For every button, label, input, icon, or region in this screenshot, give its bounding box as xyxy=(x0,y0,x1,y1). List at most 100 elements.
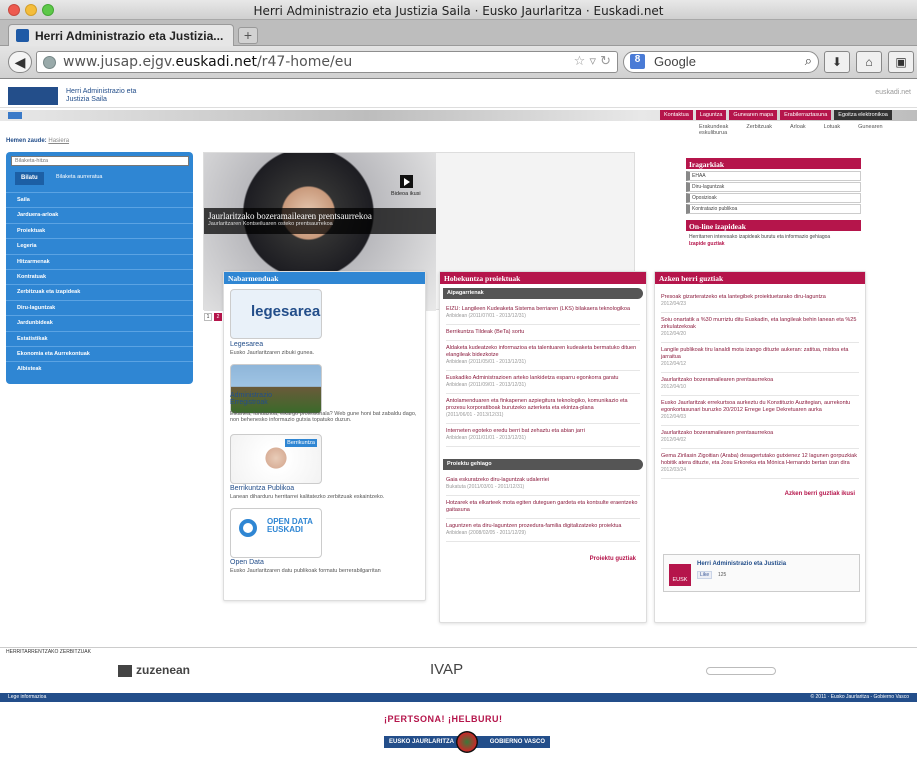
subnav-item[interactable]: Arloak xyxy=(790,124,806,130)
project-item[interactable]: Interneten egoteko eredu berri bat zehaz… xyxy=(446,424,640,447)
news-item[interactable]: Presoak gizarteratzeko eta lantegibek pr… xyxy=(661,290,859,313)
news-item[interactable]: Jaurlaritzako bozeramailearen prentsaurr… xyxy=(661,373,859,396)
right-panel: Iragarkiak EHAA Diru-laguntzak Oposizioa… xyxy=(686,158,861,247)
partner-logo[interactable] xyxy=(706,667,776,675)
online-procedures-title: On-line izapideak xyxy=(686,220,861,231)
announcement-item[interactable]: Kontratazio publikoa xyxy=(686,204,861,214)
project-item[interactable]: Aldaketa kudeatzeko informazioa eta tale… xyxy=(446,341,640,371)
fb-page-name[interactable]: Herri Administrazio eta Justizia xyxy=(697,561,786,567)
sidebar-item-contracts[interactable]: Kontratuak xyxy=(6,268,193,284)
featured-item-title[interactable]: Berrikuntza Publikoa xyxy=(230,485,294,492)
legesarea-logo[interactable]: legesarea xyxy=(230,289,322,339)
url-bar[interactable]: www.jusap.ejgv.euskadi.net/r47-home/eu ☆… xyxy=(36,51,618,73)
sidebar-item-subsidies[interactable]: Diru-laguntzak xyxy=(6,299,193,315)
sidebar-item-news[interactable]: Albisteak xyxy=(6,361,193,376)
sidebar-item-statistics[interactable]: Estatistikak xyxy=(6,330,193,346)
announcement-item[interactable]: Oposizioak xyxy=(686,193,861,203)
sidebar-item-agreements[interactable]: Hitzarmenak xyxy=(6,253,193,269)
nav-e-office[interactable]: Egoitza elektronikoa xyxy=(834,110,892,120)
sidebar-item-budget[interactable]: Ekonomia eta Aurrekontuak xyxy=(6,345,193,361)
subnav-item[interactable]: Zerbitzuak xyxy=(746,124,772,130)
sidebar-item-procedures[interactable]: Jardunbideak xyxy=(6,315,193,330)
home-button[interactable]: ⌂ xyxy=(856,51,882,73)
projects-column: Hobekuntza proiektuak Aipagarrienak EIZU… xyxy=(439,271,647,623)
sidebar-search-button[interactable]: Bilatu xyxy=(15,172,44,185)
zuzenean-logo-text: zuzenean xyxy=(136,663,191,677)
nav-accessibility[interactable]: Erabilerraztasuna xyxy=(780,110,832,120)
featured-item-title[interactable]: Legesarea xyxy=(230,341,263,348)
news-text: Soiu onartatik a %30 murriztu ditu Euska… xyxy=(661,317,857,330)
euskadi-brand[interactable]: euskadi.net xyxy=(875,89,911,96)
news-date: 2012/04/10 xyxy=(661,384,687,390)
online-procedures-text: Herritarren interesako izapideak burutu … xyxy=(689,234,831,240)
bookmark-star-icon[interactable]: ☆ ▿ ↻ xyxy=(574,54,611,69)
all-news-link[interactable]: Azken berri guztiak ikusi xyxy=(655,491,855,497)
search-bar[interactable]: 8 Google ⌕ xyxy=(623,51,819,73)
featured-item-title[interactable]: Open Data xyxy=(230,559,264,566)
featured-item-title[interactable]: Administrazio Erregistroak xyxy=(230,392,300,406)
sidebar-item-services[interactable]: Zerbitzuak eta izapideak xyxy=(6,284,193,299)
nav-contact[interactable]: Kontaktua xyxy=(660,110,693,120)
project-date: Aribidean (2011/07/01 - 2013/12/31) xyxy=(446,313,526,319)
news-text: Gema Zirilasin Zigoitian (Araba) desager… xyxy=(661,453,857,466)
project-item[interactable]: Hotzarek eta elkarteek mota egiten duteg… xyxy=(446,496,640,519)
play-icon[interactable] xyxy=(400,175,413,188)
window-title: Herri Administrazio eta Justizia Saila ·… xyxy=(253,4,664,18)
nav-sitemap[interactable]: Gunearen mapa xyxy=(729,110,778,120)
breadcrumb-home[interactable]: Hasiera xyxy=(48,138,69,144)
sidebar-item-projects[interactable]: Proiektuak xyxy=(6,222,193,238)
announcement-item[interactable]: EHAA xyxy=(686,171,861,181)
innovation-tag: Berrikuntza xyxy=(285,439,317,447)
innovation-image[interactable]: Berrikuntza xyxy=(230,434,322,484)
fb-like-button[interactable]: Like xyxy=(697,571,713,579)
sidebar-item-activity-areas[interactable]: Jarduera-arloak xyxy=(6,207,193,222)
sidebar-search-input[interactable] xyxy=(11,156,189,166)
news-item[interactable]: Gema Zirilasin Zigoitian (Araba) desager… xyxy=(661,449,859,479)
all-procedures-link[interactable]: Izapide guztiak xyxy=(689,241,861,247)
news-date: 2012/04/20 xyxy=(661,331,687,337)
news-date: 2012/04/02 xyxy=(661,437,687,443)
sidebar-item-department[interactable]: Saila xyxy=(6,192,193,207)
back-button[interactable]: ◀ xyxy=(8,51,32,73)
search-icon[interactable]: ⌕ xyxy=(805,53,812,69)
news-item[interactable]: Soiu onartatik a %30 murriztu ditu Euska… xyxy=(661,313,859,343)
registry-image[interactable] xyxy=(230,364,322,414)
news-item[interactable]: Langile publikoak tiru lanaldi mota izan… xyxy=(661,343,859,373)
top-strip-tag[interactable] xyxy=(8,112,22,119)
ivap-logo[interactable]: IVAP xyxy=(430,661,463,678)
new-tab-button[interactable]: + xyxy=(238,27,258,44)
basque-government-logo[interactable]: EUSKO JAURLARITZA GOBIERNO VASCO xyxy=(384,731,550,753)
project-item[interactable]: Antolamenduaren eta finkapenen azpiegitu… xyxy=(446,394,640,424)
subnav-item[interactable]: Lotuak xyxy=(824,124,841,130)
zuzenean-logo[interactable]: zuzenean xyxy=(118,663,190,677)
project-item[interactable]: Gaia eskuratzeko diru-laguntzak udalerri… xyxy=(446,473,640,496)
project-item[interactable]: Laguntzen eta diru-laguntzen prozedura-f… xyxy=(446,519,640,542)
video-label[interactable]: Bideoa ikusi xyxy=(391,191,421,197)
sidebar-item-legislation[interactable]: Legeria xyxy=(6,238,193,253)
news-item[interactable]: Jaurlaritzako bozeramailearen prentsaurr… xyxy=(661,426,859,449)
hero-subtitle: Jaurlaritzaren Kontseiluaren osteko pren… xyxy=(208,221,333,227)
project-item[interactable]: EIZU: Langileen Kudeaketa Sistema berria… xyxy=(446,302,640,325)
announcement-item[interactable]: Diru-laguntzak xyxy=(686,182,861,192)
project-date: Aribidean (2011/05/01 - 2013/12/31) xyxy=(446,359,526,365)
open-data-logo[interactable]: OPEN DATA EUSKADI xyxy=(230,508,322,558)
browser-tab[interactable]: Herri Administrazio eta Justizia... xyxy=(8,24,234,46)
legesarea-logo-text: legesarea xyxy=(251,303,321,320)
hero-title[interactable]: Jaurlaritzako bozeramailearen prentsaurr… xyxy=(208,211,432,221)
tab-bar: Herri Administrazio eta Justizia... + xyxy=(0,20,917,46)
extensions-button[interactable]: ▣ xyxy=(888,51,914,73)
featured-item-desc: Elkartea, fundazioa, elkargo profesional… xyxy=(230,411,417,423)
pager-item-active[interactable]: 2 xyxy=(214,313,222,321)
project-date: Aribidean (2011/09/01 - 2013/12/31) xyxy=(446,382,526,388)
nav-help[interactable]: Laguntza xyxy=(695,110,727,120)
government-logo[interactable] xyxy=(8,87,58,105)
legal-info-link[interactable]: Lege informazioa xyxy=(8,694,46,700)
fb-page-logo[interactable]: EUSK xyxy=(669,564,691,586)
pager-item[interactable]: 1 xyxy=(204,313,212,321)
advanced-search-link[interactable]: Bilaketa aurreratua xyxy=(56,174,102,180)
news-item[interactable]: Eusko Jaurlaritzak errekurtsoa aurkeztu … xyxy=(661,396,859,426)
project-item[interactable]: Berrikuntza Tildeak (BeTa) sortu xyxy=(446,325,640,341)
project-item[interactable]: Euskadiko Administrazioen arteko lankide… xyxy=(446,371,640,394)
all-projects-link[interactable]: Proiektu guztiak xyxy=(440,556,636,562)
download-button[interactable]: ⬇ xyxy=(824,51,850,73)
